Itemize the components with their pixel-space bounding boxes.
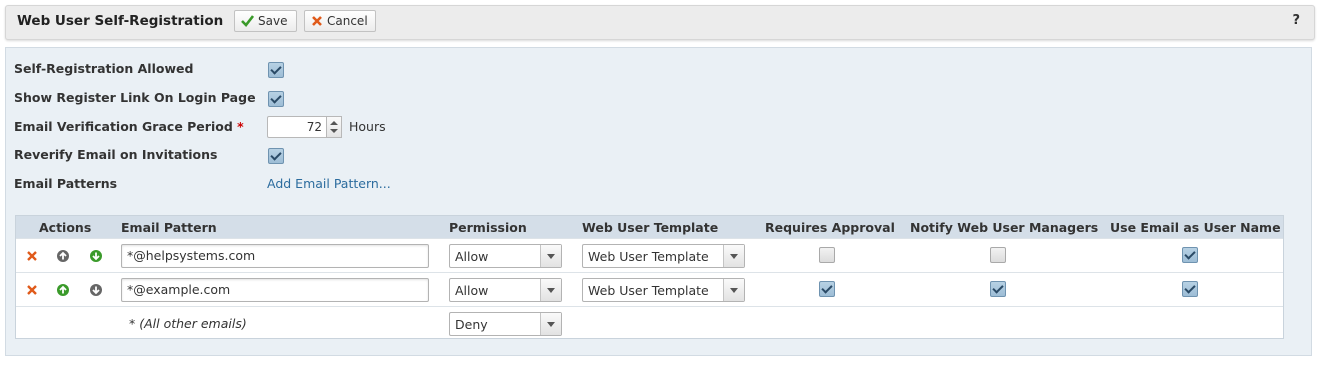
chevron-down-icon[interactable] (540, 245, 561, 267)
table-row: *@example.com Allow Web User Template (16, 272, 1283, 306)
requires-approval-checkbox[interactable] (819, 247, 835, 263)
permission-value: Allow (455, 283, 489, 298)
permission-select[interactable]: Allow (449, 278, 562, 302)
chevron-down-icon[interactable] (540, 279, 561, 301)
permission-select[interactable]: Allow (449, 244, 562, 268)
email-patterns-label: Email Patterns (14, 176, 118, 191)
save-button[interactable]: Save (234, 10, 297, 32)
requires-approval-checkbox[interactable] (819, 281, 835, 297)
grace-period-label-text: Email Verification Grace Period (14, 119, 233, 134)
add-email-pattern-link[interactable]: Add Email Pattern... (267, 176, 391, 191)
notify-managers-checkbox[interactable] (990, 247, 1006, 263)
page-title: Web User Self-Registration (17, 13, 224, 29)
move-up-icon[interactable] (56, 249, 70, 263)
reverify-label: Reverify Email on Invitations (14, 147, 218, 162)
delete-icon[interactable] (25, 249, 39, 263)
checkmark-icon (241, 15, 254, 27)
col-header-requires-approval: Requires Approval (765, 220, 895, 235)
col-header-actions: Actions (39, 220, 92, 235)
delete-icon[interactable] (25, 283, 39, 297)
spinner-buttons[interactable] (326, 116, 342, 138)
default-permission-select[interactable]: Deny (449, 312, 562, 336)
grace-period-label: Email Verification Grace Period * (14, 119, 244, 134)
template-value: Web User Template (588, 283, 709, 298)
grid-header: Actions Email Pattern Permission Web Use… (16, 216, 1283, 238)
grace-period-input[interactable]: 72 (267, 116, 327, 138)
grace-period-unit: Hours (349, 119, 386, 134)
email-pattern-input[interactable]: *@example.com (121, 278, 429, 302)
email-pattern-grid: Actions Email Pattern Permission Web Use… (15, 215, 1284, 339)
table-row: *@helpsystems.com Allow Web User Templat… (16, 238, 1283, 272)
required-marker: * (237, 119, 244, 134)
permission-value: Deny (455, 317, 488, 332)
web-user-template-select[interactable]: Web User Template (582, 278, 745, 302)
settings-panel: Self-Registration Allowed Show Register … (5, 47, 1312, 356)
grace-period-spinner: 72 (267, 116, 343, 138)
col-header-notify-managers: Notify Web User Managers (910, 220, 1099, 235)
help-icon[interactable]: ? (1292, 13, 1300, 28)
move-down-icon[interactable] (89, 283, 103, 297)
col-header-web-user-template: Web User Template (582, 220, 719, 235)
chevron-down-icon[interactable] (540, 313, 561, 335)
template-value: Web User Template (588, 249, 709, 264)
chevron-down-icon[interactable] (723, 279, 744, 301)
move-up-icon[interactable] (56, 283, 70, 297)
move-down-icon[interactable] (89, 249, 103, 263)
col-header-use-email-as-username: Use Email as User Name (1110, 220, 1281, 235)
all-other-emails-label: * (All other emails) (129, 316, 247, 331)
header-bar: Web User Self-Registration Save Cancel ? (5, 5, 1315, 40)
col-header-email-pattern: Email Pattern (121, 220, 217, 235)
self-registration-label: Self-Registration Allowed (14, 61, 194, 76)
cancel-button[interactable]: Cancel (304, 10, 376, 32)
self-registration-checkbox[interactable] (268, 62, 284, 78)
use-email-as-username-checkbox[interactable] (1182, 247, 1198, 263)
use-email-as-username-checkbox[interactable] (1182, 281, 1198, 297)
web-user-template-select[interactable]: Web User Template (582, 244, 745, 268)
show-register-link-label: Show Register Link On Login Page (14, 90, 256, 105)
col-header-permission: Permission (449, 220, 527, 235)
show-register-link-checkbox[interactable] (268, 91, 284, 107)
permission-value: Allow (455, 249, 489, 264)
default-row: * (All other emails) Deny (16, 306, 1283, 340)
cancel-button-label: Cancel (327, 14, 368, 28)
spinner-down-icon[interactable] (330, 129, 338, 133)
reverify-checkbox[interactable] (268, 148, 284, 164)
spinner-up-icon[interactable] (330, 121, 338, 125)
cancel-x-icon (312, 16, 322, 26)
email-pattern-input[interactable]: *@helpsystems.com (121, 244, 429, 268)
chevron-down-icon[interactable] (723, 245, 744, 267)
notify-managers-checkbox[interactable] (990, 281, 1006, 297)
save-button-label: Save (258, 14, 288, 28)
